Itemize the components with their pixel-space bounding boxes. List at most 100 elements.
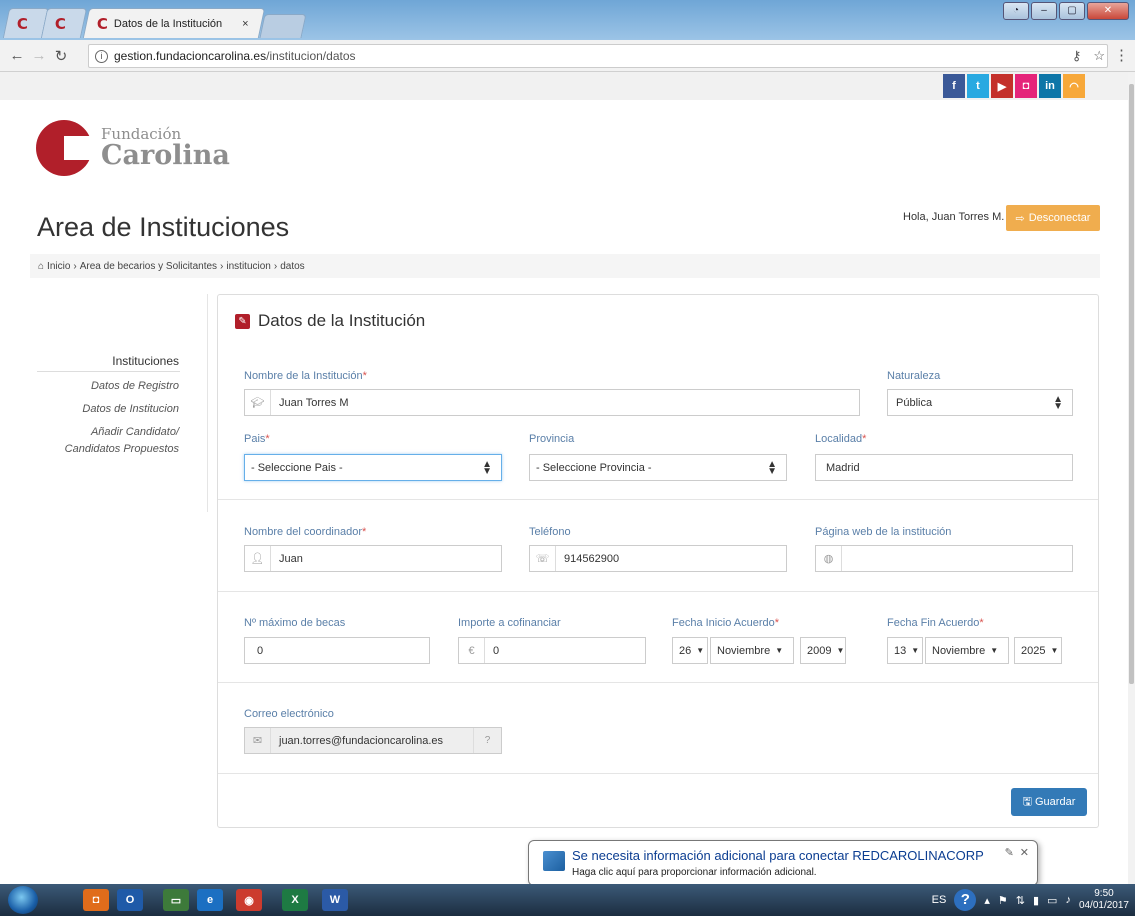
twitter-icon[interactable]: t <box>967 74 989 98</box>
battery-icon[interactable]: ▮ <box>1033 894 1039 907</box>
user-icon[interactable]: ◔ <box>1003 2 1029 20</box>
sidebar-item-anadir-candidato[interactable]: Añadir Candidato/ <box>91 424 179 441</box>
tab-title: Datos de la Institución <box>113 17 223 30</box>
naturaleza-value: Pública <box>896 396 933 409</box>
linkedin-icon[interactable]: in <box>1039 74 1061 98</box>
facebook-icon[interactable]: f <box>943 74 965 98</box>
browser-tab-2[interactable]: C <box>40 8 88 38</box>
graduation-cap-icon: 🎓︎ <box>245 390 271 415</box>
nombre-institucion-input[interactable]: 🎓︎ Juan Torres M <box>244 389 860 416</box>
tray-expand-icon[interactable]: ▴ <box>984 894 990 907</box>
info-icon[interactable]: i <box>95 49 108 63</box>
dropdown-arrow-icon: ▼ <box>990 646 999 655</box>
new-tab-button[interactable] <box>259 14 307 38</box>
network-notification[interactable]: Se necesita información adicional para c… <box>528 840 1038 897</box>
web-input[interactable]: ◍ <box>815 545 1073 572</box>
taskbar-app-icon[interactable]: ◘ <box>83 889 109 911</box>
select-arrows-icon: ▲ ▼ <box>1053 394 1063 412</box>
telefono-input[interactable]: ☏ 914562900 <box>529 545 787 572</box>
provincia-select[interactable]: - Seleccione Provincia - ▲ ▼ <box>529 454 787 481</box>
clock[interactable]: 9:50 04/01/2017 <box>1079 888 1129 912</box>
fundacion-carolina-logo[interactable]: Fundación Carolina <box>36 120 230 176</box>
home-icon[interactable]: ⌂ <box>38 261 44 272</box>
sidebar-item-datos-registro[interactable]: Datos de Registro <box>91 378 179 395</box>
web-label: Página web de la institución <box>815 526 952 538</box>
breadcrumb-area[interactable]: Area de becarios y Solicitantes <box>80 261 217 272</box>
youtube-icon[interactable]: ▶ <box>991 74 1013 98</box>
required-mark: * <box>979 617 984 629</box>
back-icon[interactable]: ← <box>6 47 28 64</box>
fin-year-value: 2025 <box>1021 644 1046 657</box>
folder-icon[interactable]: ▭ <box>163 889 189 911</box>
pais-select[interactable]: - Seleccione Pais - ▲ ▼ <box>244 454 502 481</box>
browser-tab-active[interactable]: C Datos de la Institución × <box>82 8 266 38</box>
close-window-button[interactable]: ✕ <box>1087 2 1129 20</box>
importe-input[interactable]: € 0 <box>458 637 646 664</box>
dropdown-arrow-icon: ▼ <box>836 646 845 655</box>
language-indicator[interactable]: ES <box>932 894 947 906</box>
localidad-input[interactable]: Madrid <box>815 454 1073 481</box>
settings-icon[interactable]: ✎ <box>1005 846 1014 859</box>
start-button[interactable] <box>8 886 38 914</box>
help-circle-icon[interactable]: ? <box>954 889 977 911</box>
select-arrows-icon: ▲ ▼ <box>482 459 492 477</box>
fin-year-select[interactable]: 2025 ▼ <box>1014 637 1062 664</box>
rss-icon[interactable]: ◠ <box>1063 74 1085 98</box>
window-controls: ◔ – ▢ ✕ <box>1003 2 1129 20</box>
provincia-label: Provincia <box>529 433 575 445</box>
help-icon[interactable]: ? <box>473 728 501 753</box>
minimize-button[interactable]: – <box>1031 2 1057 20</box>
required-mark: * <box>862 433 867 445</box>
flag-icon[interactable]: ⚑ <box>998 894 1008 907</box>
flickr-icon[interactable]: ◘ <box>1015 74 1037 98</box>
sidebar-item-datos-institucion[interactable]: Datos de Institucion <box>82 401 179 418</box>
url-field[interactable]: i gestion.fundacioncarolina.es/instituci… <box>88 44 1108 68</box>
localidad-label: Localidad <box>815 433 863 445</box>
reload-icon[interactable]: ↻ <box>50 47 72 65</box>
inicio-day-select[interactable]: 26 ▼ <box>672 637 708 664</box>
dropdown-arrow-icon: ▼ <box>1050 646 1059 655</box>
internet-explorer-icon[interactable]: e <box>197 889 223 911</box>
coordinador-input[interactable]: 👤︎ Juan <box>244 545 502 572</box>
breadcrumb-institucion[interactable]: institucion <box>226 261 270 272</box>
bookmark-star-icon[interactable]: ☆ <box>1093 48 1105 64</box>
notification-close-icon[interactable]: ✕ <box>1020 846 1029 859</box>
excel-icon[interactable]: X <box>282 889 308 911</box>
inicio-year-select[interactable]: 2009 ▼ <box>800 637 846 664</box>
fin-day-select[interactable]: 13 ▼ <box>887 637 923 664</box>
inicio-month-select[interactable]: Noviembre ▼ <box>710 637 794 664</box>
chrome-icon[interactable]: ◉ <box>236 889 262 911</box>
naturaleza-select[interactable]: Pública ▲ ▼ <box>887 389 1073 416</box>
fin-label: Fecha Fin Acuerdo <box>887 617 980 629</box>
logo-c-icon <box>36 120 96 176</box>
page-scrollbar[interactable] <box>1128 72 1135 884</box>
notification-text: Haga clic aquí para proporcionar informa… <box>572 867 817 878</box>
volume-icon[interactable]: ♪ <box>1065 894 1071 906</box>
word-icon[interactable]: W <box>322 889 348 911</box>
monitor-icon[interactable]: ▭ <box>1047 894 1057 907</box>
social-bar: f t ▶ ◘ in ◠ <box>0 72 1128 100</box>
breadcrumb-inicio[interactable]: Inicio <box>47 261 70 272</box>
network-tray-icon[interactable]: ⇅ <box>1016 894 1025 907</box>
breadcrumb-separator: › <box>220 260 224 272</box>
correo-value: juan.torres@fundacioncarolina.es <box>279 734 444 747</box>
logout-button[interactable]: ⇨ Desconectar <box>1006 205 1100 231</box>
correo-input[interactable]: ✉ juan.torres@fundacioncarolina.es ? <box>244 727 502 754</box>
becas-input[interactable]: 0 <box>244 637 430 664</box>
forward-icon[interactable]: → <box>28 47 50 64</box>
scrollbar-thumb[interactable] <box>1129 84 1134 684</box>
maximize-button[interactable]: ▢ <box>1059 2 1085 20</box>
outlook-icon[interactable]: O <box>117 889 143 911</box>
section-divider <box>218 499 1098 500</box>
clock-time: 9:50 <box>1094 888 1114 899</box>
browser-menu-icon[interactable]: ⋮ <box>1114 46 1129 64</box>
dropdown-arrow-icon: ▼ <box>696 646 705 655</box>
tab-close-icon[interactable]: × <box>242 18 248 30</box>
fin-month-select[interactable]: Noviembre ▼ <box>925 637 1009 664</box>
carolina-favicon: C <box>54 14 66 33</box>
sidebar-item-candidatos-propuestos[interactable]: Candidatos Propuestos <box>65 441 179 458</box>
envelope-icon: ✉ <box>245 728 271 753</box>
save-button[interactable]: 🖫 Guardar <box>1011 788 1087 816</box>
key-icon[interactable]: ⚷ <box>1072 48 1082 64</box>
save-label: Guardar <box>1035 796 1076 808</box>
